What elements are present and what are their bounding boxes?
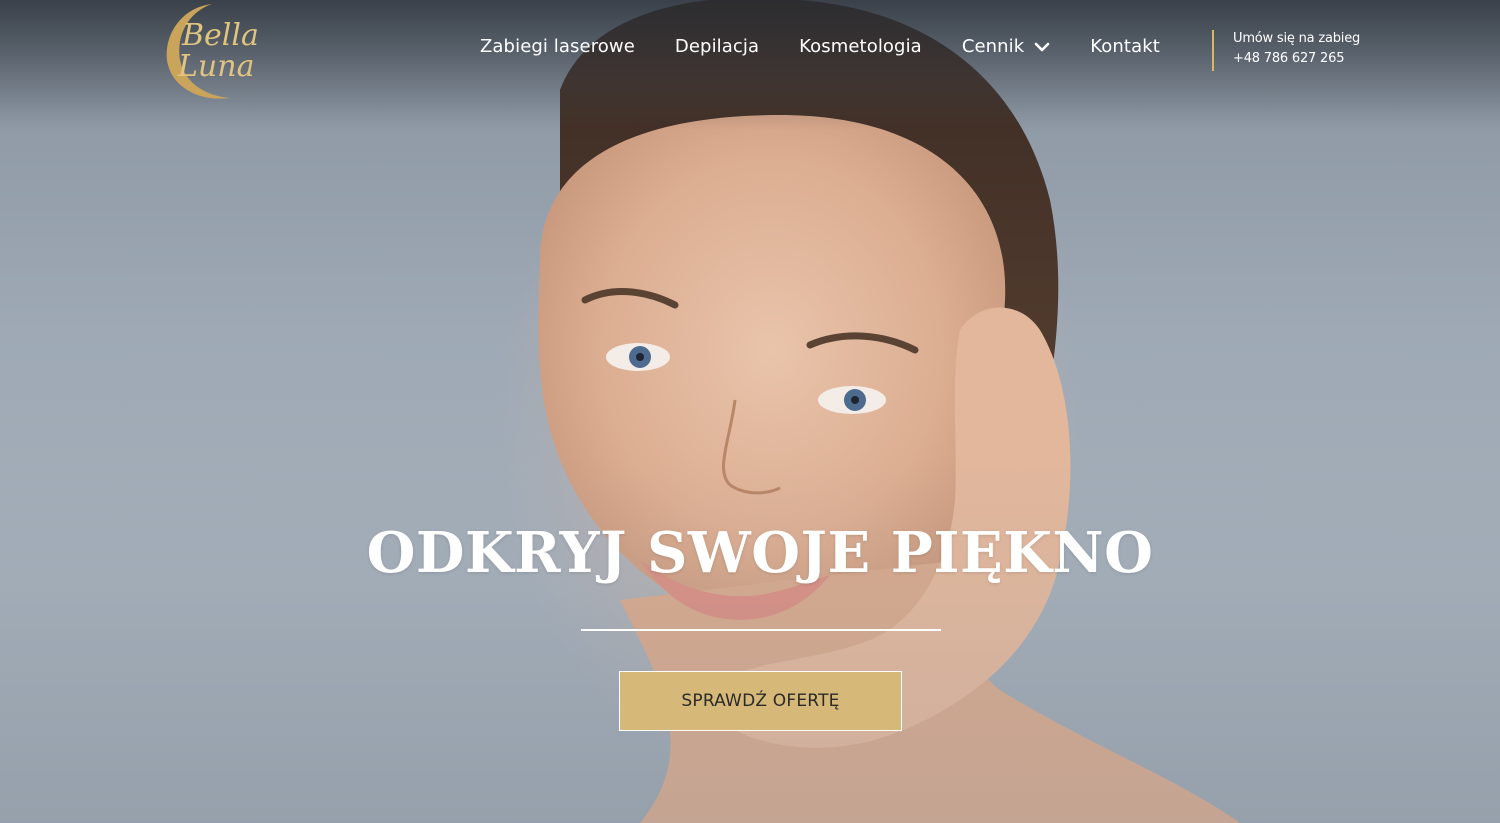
nav-item-cennik-label: Cennik xyxy=(961,36,1025,57)
header-divider xyxy=(1212,30,1214,71)
logo[interactable]: Bella Luna xyxy=(160,0,270,102)
header-contact: Umów się na zabieg +48 786 627 265 xyxy=(1233,31,1360,66)
logo-text-bella: Bella xyxy=(181,18,259,53)
nav-item-kontakt[interactable]: Kontakt xyxy=(1090,36,1160,57)
hero-section: Bella Luna Zabiegi laserowe Depilacja Ko… xyxy=(0,0,1500,823)
appointment-label: Umów się na zabieg xyxy=(1233,31,1361,46)
nav-item-kosmetologia[interactable]: Kosmetologia xyxy=(799,36,922,57)
phone-link[interactable]: +48 786 627 265 xyxy=(1233,51,1360,66)
logo-mark: Bella Luna xyxy=(166,4,259,99)
headline-divider xyxy=(581,629,941,631)
nav-item-cennik[interactable]: Cennik xyxy=(962,36,1050,57)
hero-overlay xyxy=(0,460,1500,823)
main-nav: Zabiegi laserowe Depilacja Kosmetologia … xyxy=(480,36,1160,57)
nav-item-depilacja[interactable]: Depilacja xyxy=(675,36,759,57)
chevron-down-icon xyxy=(1034,42,1050,51)
nav-item-zabiegi-laserowe[interactable]: Zabiegi laserowe xyxy=(480,36,635,57)
hero-headline: ODKRYJ SWOJE PIĘKNO xyxy=(366,520,1154,586)
check-offer-button[interactable]: SPRAWDŹ OFERTĘ xyxy=(619,671,902,731)
logo-text-luna: Luna xyxy=(177,49,254,84)
